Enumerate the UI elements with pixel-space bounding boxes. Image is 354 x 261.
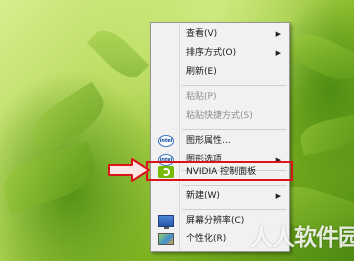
leaf-decoration: [24, 81, 112, 157]
menu-item-label: 个性化(R): [186, 234, 227, 244]
menu-item-label: 图形属性...: [186, 136, 231, 146]
menu-item-view[interactable]: 查看(V) ▶: [153, 25, 287, 44]
leaf-decoration: [297, 114, 354, 156]
menu-item-label: 刷新(E): [186, 67, 217, 77]
red-pointer-arrow-icon: [108, 158, 150, 182]
submenu-arrow-icon: ▶: [275, 192, 281, 200]
menu-item-label: 粘贴(P): [186, 92, 217, 102]
menu-item-label: 查看(V): [186, 29, 218, 39]
submenu-arrow-icon: ▶: [275, 30, 281, 38]
desktop-context-menu: 查看(V) ▶ 排序方式(O) ▶ 刷新(E) 粘贴(P) 粘贴快捷方式(S) …: [150, 22, 290, 252]
menu-item-refresh[interactable]: 刷新(E): [153, 63, 287, 82]
menu-item-sort-by[interactable]: 排序方式(O) ▶: [153, 44, 287, 63]
intel-icon: intel: [158, 135, 174, 147]
menu-separator: [182, 185, 286, 186]
personalize-icon: [158, 233, 174, 245]
nvidia-highlight-box: [146, 161, 293, 181]
menu-item-graphics-properties[interactable]: intel 图形属性...: [153, 132, 287, 151]
menu-separator: [182, 209, 286, 210]
leaf-decoration: [286, 25, 354, 89]
leaf-decoration: [0, 141, 102, 214]
monitor-icon: [158, 215, 174, 229]
menu-separator: [182, 85, 286, 86]
menu-item-new[interactable]: 新建(W) ▶: [153, 187, 287, 206]
menu-item-label: 排序方式(O): [186, 48, 237, 58]
site-watermark: 人人软件园: [250, 225, 354, 251]
submenu-arrow-icon: ▶: [275, 49, 281, 57]
menu-item-label: 粘贴快捷方式(S): [186, 111, 253, 121]
menu-item-paste-shortcut[interactable]: 粘贴快捷方式(S): [153, 107, 287, 126]
menu-item-label: 屏幕分辨率(C): [186, 216, 245, 226]
menu-item-label: 新建(W): [186, 191, 220, 201]
leaf-decoration: [86, 22, 150, 86]
menu-separator: [182, 129, 286, 130]
menu-item-paste[interactable]: 粘贴(P): [153, 88, 287, 107]
